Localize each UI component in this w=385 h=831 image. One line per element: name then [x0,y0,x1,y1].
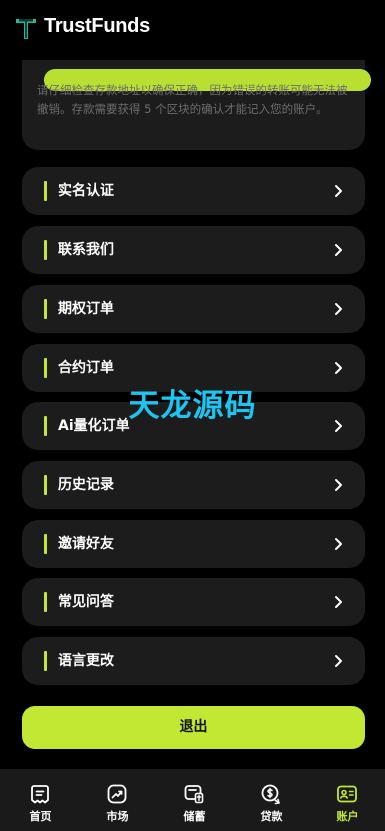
menu-accent-bar [44,240,47,260]
menu-item-history[interactable]: 历史记录 [22,461,365,509]
menu-item-label: 期权订单 [58,301,114,317]
menu-accent-bar [44,358,47,378]
home-doc-icon [31,785,49,804]
menu-accent-bar [44,299,47,319]
menu-item-label: 实名认证 [58,183,114,199]
logout-button-label: 退出 [179,719,208,735]
chevron-right-icon [335,655,342,667]
deposit-notice-text: 请仔细检查存款地址以确保正确，因为错误的转账可能无法被撤销。存款需要获得 5 个… [37,83,348,116]
menu-item-label: 常见问答 [58,594,114,610]
tab-market[interactable]: 市场 [79,769,156,831]
tab-label: 储蓄 [183,810,206,823]
app-header: TrustFunds [0,0,385,60]
menu-item-label: 联系我们 [58,242,114,258]
menu-item-faq[interactable]: 常见问答 [22,578,365,626]
chevron-right-icon [335,596,342,608]
chevron-right-icon [335,479,342,491]
menu-item-label: 邀请好友 [58,536,114,552]
menu-item-language[interactable]: 语言更改 [22,637,365,685]
market-trend-icon [107,784,127,804]
tab-savings[interactable]: 储蓄 [156,769,233,831]
bottom-tab-bar: 首页 市场 储蓄 贷款 账户 [0,769,385,831]
tab-label: 市场 [106,810,129,823]
menu-item-contact[interactable]: 联系我们 [22,226,365,274]
chevron-right-icon [335,538,342,550]
trustfunds-logo-icon [16,19,36,39]
menu-item-label: 历史记录 [58,477,114,493]
menu-item-label: 合约订单 [58,360,114,376]
menu-accent-bar [44,592,47,612]
menu-item-label: 语言更改 [58,653,114,669]
chevron-right-icon [335,362,342,374]
chevron-right-icon [335,303,342,315]
chevron-right-icon [335,244,342,256]
loan-icon [261,784,280,805]
account-card-icon [337,785,357,803]
tab-loan[interactable]: 贷款 [233,769,310,831]
menu-item-options-orders[interactable]: 期权订单 [22,285,365,333]
menu-item-invite-friends[interactable]: 邀请好友 [22,520,365,568]
menu-item-verification[interactable]: 实名认证 [22,167,365,215]
logout-button[interactable]: 退出 [22,706,365,749]
tab-home[interactable]: 首页 [2,769,79,831]
chevron-right-icon [335,185,342,197]
savings-icon [184,785,204,804]
menu-accent-bar [44,181,47,201]
menu-accent-bar [44,651,47,671]
menu-accent-bar [44,475,47,495]
tab-label: 账户 [336,810,359,823]
brand-name: TrustFunds [44,15,150,37]
tab-account[interactable]: 账户 [309,769,385,831]
tab-label: 首页 [29,810,52,823]
menu-accent-bar [44,534,47,554]
tab-label: 贷款 [260,810,283,823]
watermark-text: 天龙源码 [128,388,257,424]
